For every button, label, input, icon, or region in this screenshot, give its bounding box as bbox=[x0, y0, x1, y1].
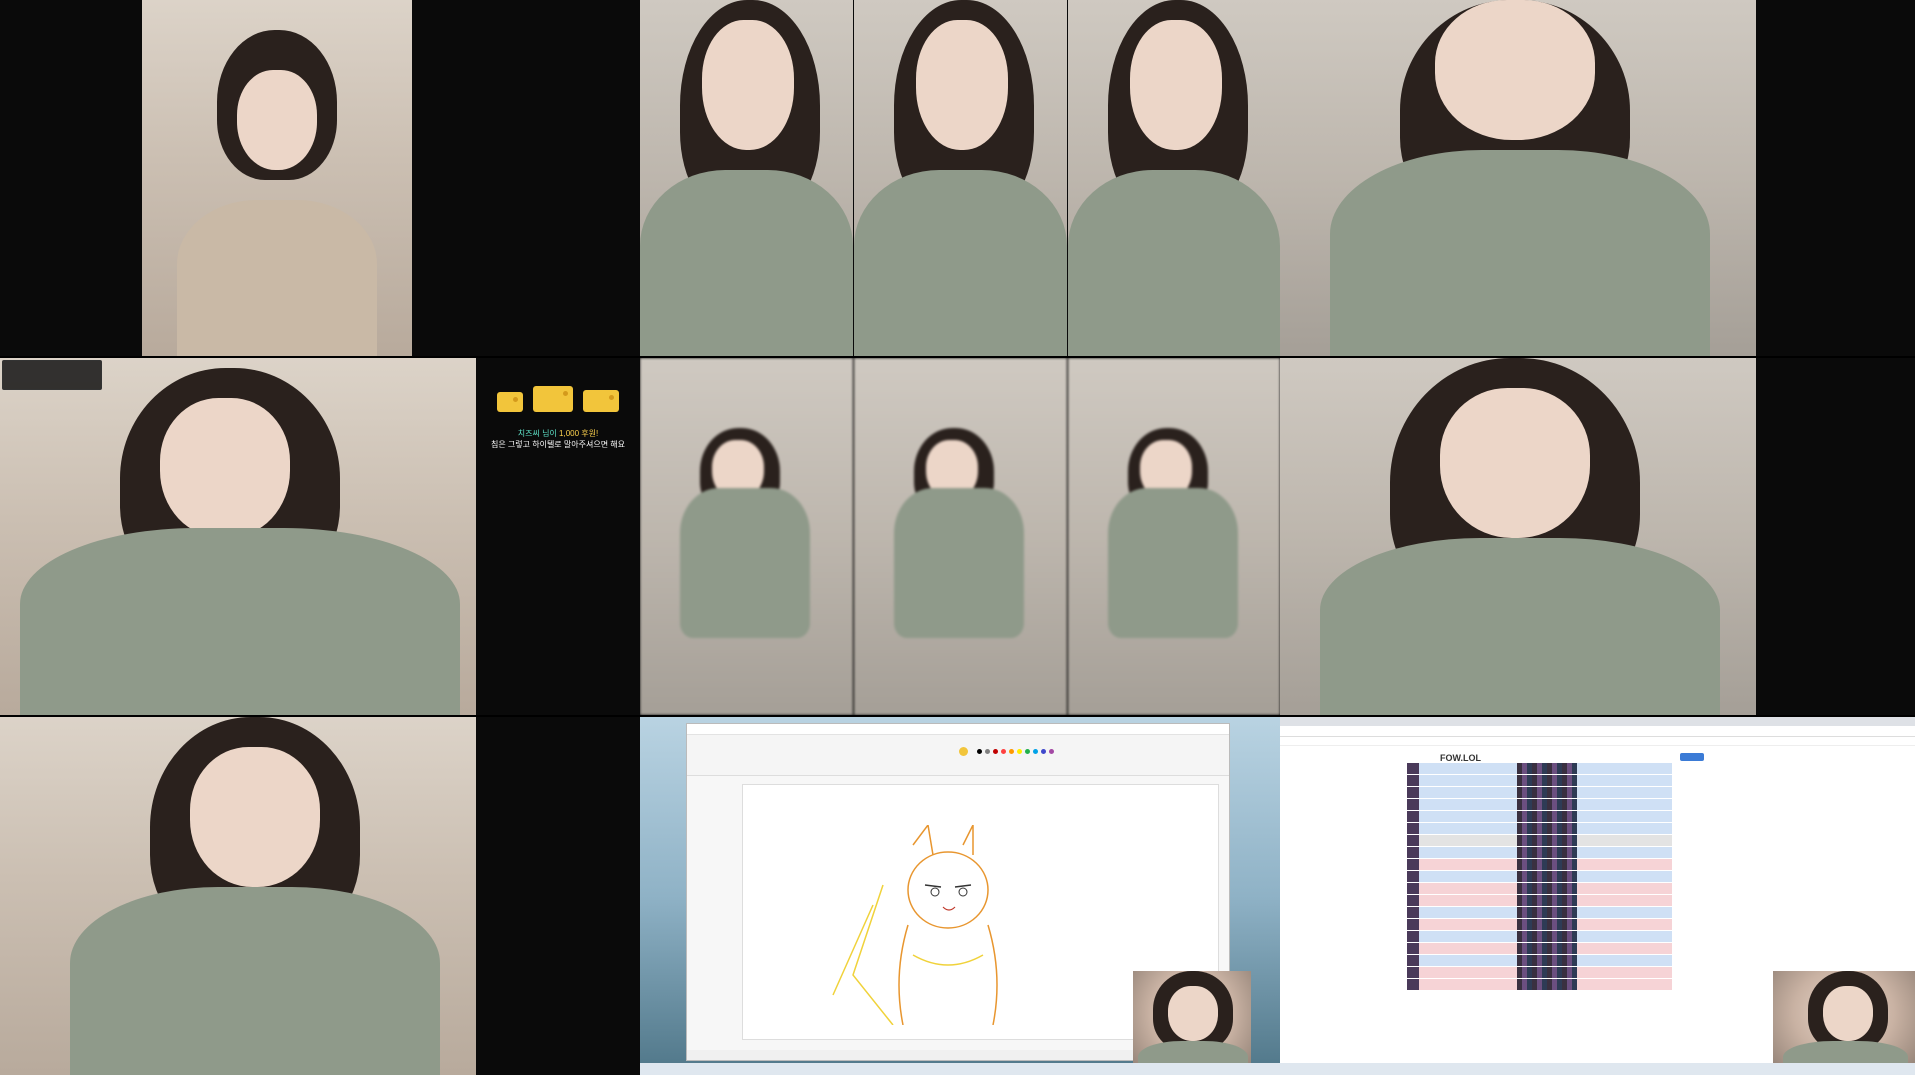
color-swatch[interactable] bbox=[1033, 749, 1038, 754]
cheese-icon bbox=[533, 386, 573, 412]
webcam-frame bbox=[1280, 0, 1756, 356]
webcam-frame-right bbox=[1068, 0, 1280, 356]
color-swatch[interactable] bbox=[1009, 749, 1014, 754]
bookmarks-bar bbox=[1280, 737, 1915, 746]
streamer-webcam-pip bbox=[1773, 971, 1915, 1075]
webcam-frame bbox=[142, 0, 412, 356]
paint-ribbon bbox=[687, 735, 1229, 776]
color-picker-icon[interactable] bbox=[959, 747, 968, 756]
table-row[interactable] bbox=[1407, 787, 1672, 798]
table-row[interactable] bbox=[1407, 823, 1672, 834]
match-history-table bbox=[1407, 763, 1672, 1061]
webcam-frame-left bbox=[640, 0, 853, 356]
search-button[interactable] bbox=[1680, 753, 1704, 761]
color-swatch[interactable] bbox=[1041, 749, 1046, 754]
table-row[interactable] bbox=[1407, 847, 1672, 858]
color-swatch[interactable] bbox=[1025, 749, 1030, 754]
stream-tile-r3c4: FOW.LOL bbox=[1280, 717, 1915, 1075]
table-row[interactable] bbox=[1407, 883, 1672, 894]
table-row[interactable] bbox=[1407, 871, 1672, 882]
table-row[interactable] bbox=[1407, 811, 1672, 822]
address-bar[interactable] bbox=[1280, 726, 1915, 737]
cheese-icon bbox=[496, 392, 523, 412]
table-row[interactable] bbox=[1407, 931, 1672, 942]
streamer-figure bbox=[177, 0, 377, 356]
stream-tile-r3c1 bbox=[0, 717, 640, 1075]
stream-tile-r1c2 bbox=[640, 0, 1280, 356]
stream-info-badge bbox=[2, 360, 102, 390]
site-logo[interactable]: FOW.LOL bbox=[1440, 753, 1481, 763]
table-row[interactable] bbox=[1407, 763, 1672, 774]
stream-tile-r1c1 bbox=[0, 0, 640, 356]
webcam-frame-left bbox=[640, 358, 853, 715]
color-swatch[interactable] bbox=[1001, 749, 1006, 754]
color-swatch[interactable] bbox=[1017, 749, 1022, 754]
webcam-frame bbox=[1280, 358, 1756, 715]
table-row[interactable] bbox=[1407, 859, 1672, 870]
table-row[interactable] bbox=[1407, 895, 1672, 906]
stream-tile-r2c4 bbox=[1280, 358, 1915, 715]
streamer-webcam-pip bbox=[1133, 971, 1251, 1075]
donation-message: 침은 그렇고 하이텔로 말아주셔으면 해요 bbox=[490, 440, 625, 449]
color-swatch[interactable] bbox=[1049, 749, 1054, 754]
webcam-frame bbox=[0, 717, 476, 1075]
browser-tab-strip[interactable] bbox=[1280, 717, 1915, 726]
color-swatch[interactable] bbox=[993, 749, 998, 754]
cheese-icons bbox=[476, 386, 640, 414]
webcam-frame bbox=[0, 358, 476, 715]
table-row[interactable] bbox=[1407, 979, 1672, 990]
table-row[interactable] bbox=[1407, 967, 1672, 978]
table-row[interactable] bbox=[1407, 799, 1672, 810]
table-row[interactable] bbox=[1407, 907, 1672, 918]
stream-tile-r2c2 bbox=[640, 358, 1280, 715]
stream-tile-r2c1: 치즈씨 님이 1,000 후원! 침은 그렇고 하이텔로 말아주셔으면 해요 bbox=[0, 358, 640, 715]
donation-alert: 치즈씨 님이 1,000 후원! 침은 그렇고 하이텔로 말아주셔으면 해요 bbox=[476, 386, 640, 450]
windows-taskbar bbox=[640, 1063, 1280, 1075]
paint-title-bar bbox=[687, 724, 1229, 735]
table-row[interactable] bbox=[1407, 943, 1672, 954]
webcam-frame-middle bbox=[854, 358, 1067, 715]
donation-amount: 1,000 후원! bbox=[559, 429, 599, 438]
webcam-frame-middle bbox=[854, 0, 1067, 356]
cat-drawing bbox=[832, 825, 998, 1025]
windows-taskbar bbox=[1280, 1063, 1915, 1075]
color-swatch[interactable] bbox=[985, 749, 990, 754]
stream-tile-r1c4 bbox=[1280, 0, 1915, 356]
stream-tile-r3c2 bbox=[640, 717, 1280, 1075]
table-row[interactable] bbox=[1407, 919, 1672, 930]
table-row[interactable] bbox=[1407, 835, 1672, 846]
color-swatch[interactable] bbox=[977, 749, 982, 754]
table-row[interactable] bbox=[1407, 955, 1672, 966]
cheese-icon bbox=[583, 390, 620, 412]
donation-user: 치즈씨 님이 bbox=[517, 429, 557, 438]
webcam-frame-right bbox=[1068, 358, 1280, 715]
table-row[interactable] bbox=[1407, 775, 1672, 786]
